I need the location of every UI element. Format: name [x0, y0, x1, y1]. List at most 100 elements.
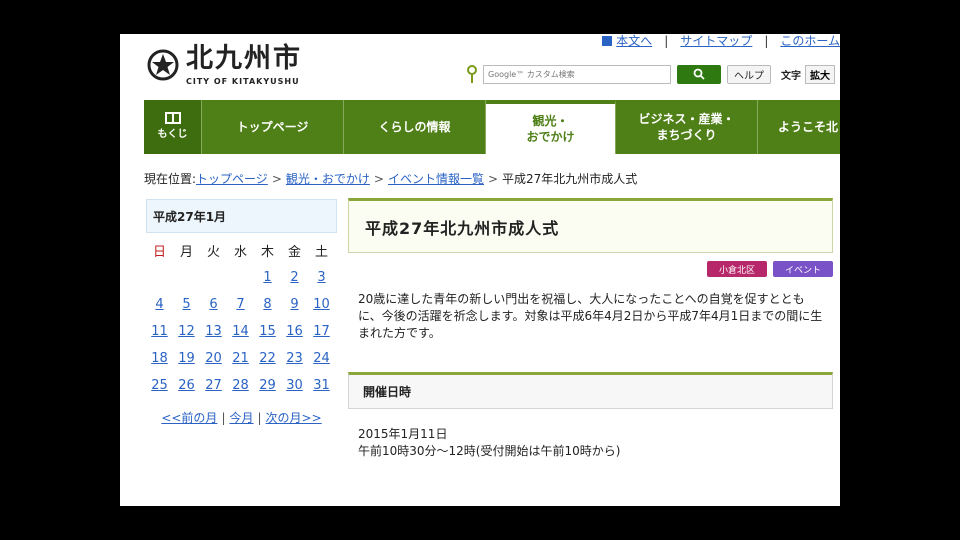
nav-menu-label: もくじ [157, 128, 188, 140]
search-input[interactable] [483, 64, 671, 84]
calendar-empty-cell [146, 264, 173, 291]
nav-item-welcome[interactable]: ようこそ北 [758, 100, 840, 154]
calendar-day-link[interactable]: 24 [308, 345, 335, 372]
calendar-day-link[interactable]: 18 [146, 345, 173, 372]
calendar-day-link[interactable]: 11 [146, 318, 173, 345]
calendar-day-link[interactable]: 12 [173, 318, 200, 345]
calendar-day-link[interactable]: 23 [281, 345, 308, 372]
link-divider: | [764, 34, 769, 48]
section-heading-datetime: 開催日時 [348, 372, 833, 409]
nav-item-living[interactable]: くらしの情報 [344, 100, 486, 154]
breadcrumb-current: 平成27年北九州市成人式 [502, 172, 638, 186]
nav-item-sightseeing[interactable]: 観光・ おでかけ [486, 100, 616, 156]
homepage-link[interactable]: このホーム [780, 34, 840, 49]
video-frame: 北九州市 CITY OF KITAKYUSHU 本文へ | サイトマップ | こ… [0, 0, 960, 540]
tag-event[interactable]: イベント [772, 261, 833, 277]
event-description: 20歳に達した青年の新しい門出を祝福し、大人になったことへの自覚を促すとともに、… [358, 292, 823, 340]
calendar-empty-cell [173, 264, 200, 291]
logo-subtitle: CITY OF KITAKYUSHU [186, 77, 300, 86]
calendar-day-link[interactable]: 2 [281, 264, 308, 291]
search-bar: ヘルプ 文字 拡大 [466, 63, 835, 85]
calendar-day-link[interactable]: 21 [227, 345, 254, 372]
breadcrumb: 現在位置:トップページ > 観光・おでかけ > イベント情報一覧 > 平成27年北九州市成人… [144, 170, 637, 187]
calendar-title: 平成27年1月 [146, 199, 337, 233]
calendar-day-link[interactable]: 26 [173, 372, 200, 399]
search-button[interactable] [677, 64, 721, 84]
calendar-day-link[interactable]: 1 [254, 264, 281, 291]
breadcrumb-link-events[interactable]: イベント情報一覧 [388, 172, 484, 186]
this-month-link[interactable]: 今月 [229, 411, 253, 425]
link-divider: | [664, 34, 669, 48]
calendar-day-link[interactable]: 19 [173, 345, 200, 372]
calendar-weekday: 土 [314, 245, 328, 260]
tag-list: 小倉北区 イベント [348, 261, 833, 277]
pager-divider: | [221, 411, 226, 425]
calendar-day-link[interactable]: 25 [146, 372, 173, 399]
calendar-empty-cell [200, 264, 227, 291]
breadcrumb-prefix: 現在位置: [144, 172, 197, 186]
logo-title: 北九州市 [186, 43, 302, 74]
book-icon [164, 111, 181, 124]
skip-to-content-link[interactable]: 本文へ [616, 34, 652, 49]
calendar-day-link[interactable]: 9 [281, 291, 308, 318]
tag-area[interactable]: 小倉北区 [706, 261, 767, 277]
breadcrumb-separator: > [487, 172, 499, 186]
calendar-day-link[interactable]: 14 [227, 318, 254, 345]
calendar-day-link[interactable]: 10 [308, 291, 335, 318]
page-title: 平成27年北九州市成人式 [348, 198, 833, 253]
calendar-day-link[interactable]: 8 [254, 291, 281, 318]
calendar-weekday: 金 [287, 245, 301, 260]
calendar-weekday: 木 [260, 245, 274, 260]
calendar-day-link[interactable]: 5 [173, 291, 200, 318]
calendar-weekday: 日 [152, 245, 166, 260]
calendar-day-link[interactable]: 20 [200, 345, 227, 372]
calendar-weekday: 火 [206, 245, 220, 260]
calendar-grid: 日月火水木金土 1 2 3 4 5 6 7 8 9 10 11 12 13 14 15 16 17 18 19 20 21… [146, 237, 337, 399]
calendar-pager: <<前の月 | 今月 | 次の月>> [146, 409, 337, 426]
global-nav: もくじ トップページ くらしの情報 観光・ おでかけ ビジネス・産業・ まちづく… [144, 100, 840, 156]
calendar-day-link[interactable]: 22 [254, 345, 281, 372]
calendar-day-link[interactable]: 4 [146, 291, 173, 318]
breadcrumb-link-sightseeing[interactable]: 観光・おでかけ [286, 172, 370, 186]
event-time: 午前10時30分～12時(受付開始は午前10時から) [358, 444, 621, 458]
calendar-day-link[interactable]: 3 [308, 264, 335, 291]
event-date: 2015年1月11日 [358, 427, 448, 441]
calendar-day-link[interactable]: 16 [281, 318, 308, 345]
calendar-empty-cell [227, 264, 254, 291]
city-emblem-icon [147, 49, 179, 81]
sitemap-link[interactable]: サイトマップ [680, 34, 752, 49]
breadcrumb-separator: > [373, 172, 384, 186]
calendar-day-link[interactable]: 6 [200, 291, 227, 318]
help-button[interactable]: ヘルプ [727, 64, 771, 84]
prev-month-link[interactable]: <<前の月 [161, 411, 217, 425]
breadcrumb-separator: > [271, 172, 282, 186]
browser-page: 北九州市 CITY OF KITAKYUSHU 本文へ | サイトマップ | こ… [120, 34, 840, 506]
calendar-weekday: 月 [179, 245, 193, 260]
calendar-day-link[interactable]: 13 [200, 318, 227, 345]
calendar-weekday: 水 [233, 245, 247, 260]
text-size-label: 文字 [781, 70, 801, 82]
nav-item-top-page[interactable]: トップページ [202, 100, 344, 154]
event-calendar: 平成27年1月 日月火水木金土 1 2 3 4 5 6 7 8 9 10 11 12 13 14 15 16 17… [146, 199, 337, 426]
page-icon [602, 35, 613, 46]
event-datetime: 2015年1月11日 午前10時30分～12時(受付開始は午前10時から) [348, 426, 833, 460]
main-content: 平成27年北九州市成人式 小倉北区 イベント 20歳に達した青年の新しい門出を祝… [348, 198, 833, 460]
enlarge-text-button[interactable]: 拡大 [805, 64, 835, 84]
pin-icon [467, 65, 477, 83]
calendar-day-link[interactable]: 15 [254, 318, 281, 345]
calendar-day-link[interactable]: 30 [281, 372, 308, 399]
calendar-day-link[interactable]: 31 [308, 372, 335, 399]
calendar-day-link[interactable]: 17 [308, 318, 335, 345]
breadcrumb-link-top[interactable]: トップページ [196, 172, 268, 186]
calendar-day-link[interactable]: 27 [200, 372, 227, 399]
next-month-link[interactable]: 次の月>> [266, 411, 322, 425]
nav-item-business[interactable]: ビジネス・産業・ まちづくり [616, 100, 758, 154]
calendar-day-link[interactable]: 7 [227, 291, 254, 318]
utility-links: 本文へ | サイトマップ | このホーム [602, 34, 840, 49]
nav-menu-button[interactable]: もくじ [144, 100, 202, 154]
search-icon [693, 68, 705, 80]
calendar-day-link[interactable]: 28 [227, 372, 254, 399]
site-logo[interactable]: 北九州市 CITY OF KITAKYUSHU [146, 42, 302, 86]
calendar-day-link[interactable]: 29 [254, 372, 281, 399]
pager-divider: | [257, 411, 262, 425]
